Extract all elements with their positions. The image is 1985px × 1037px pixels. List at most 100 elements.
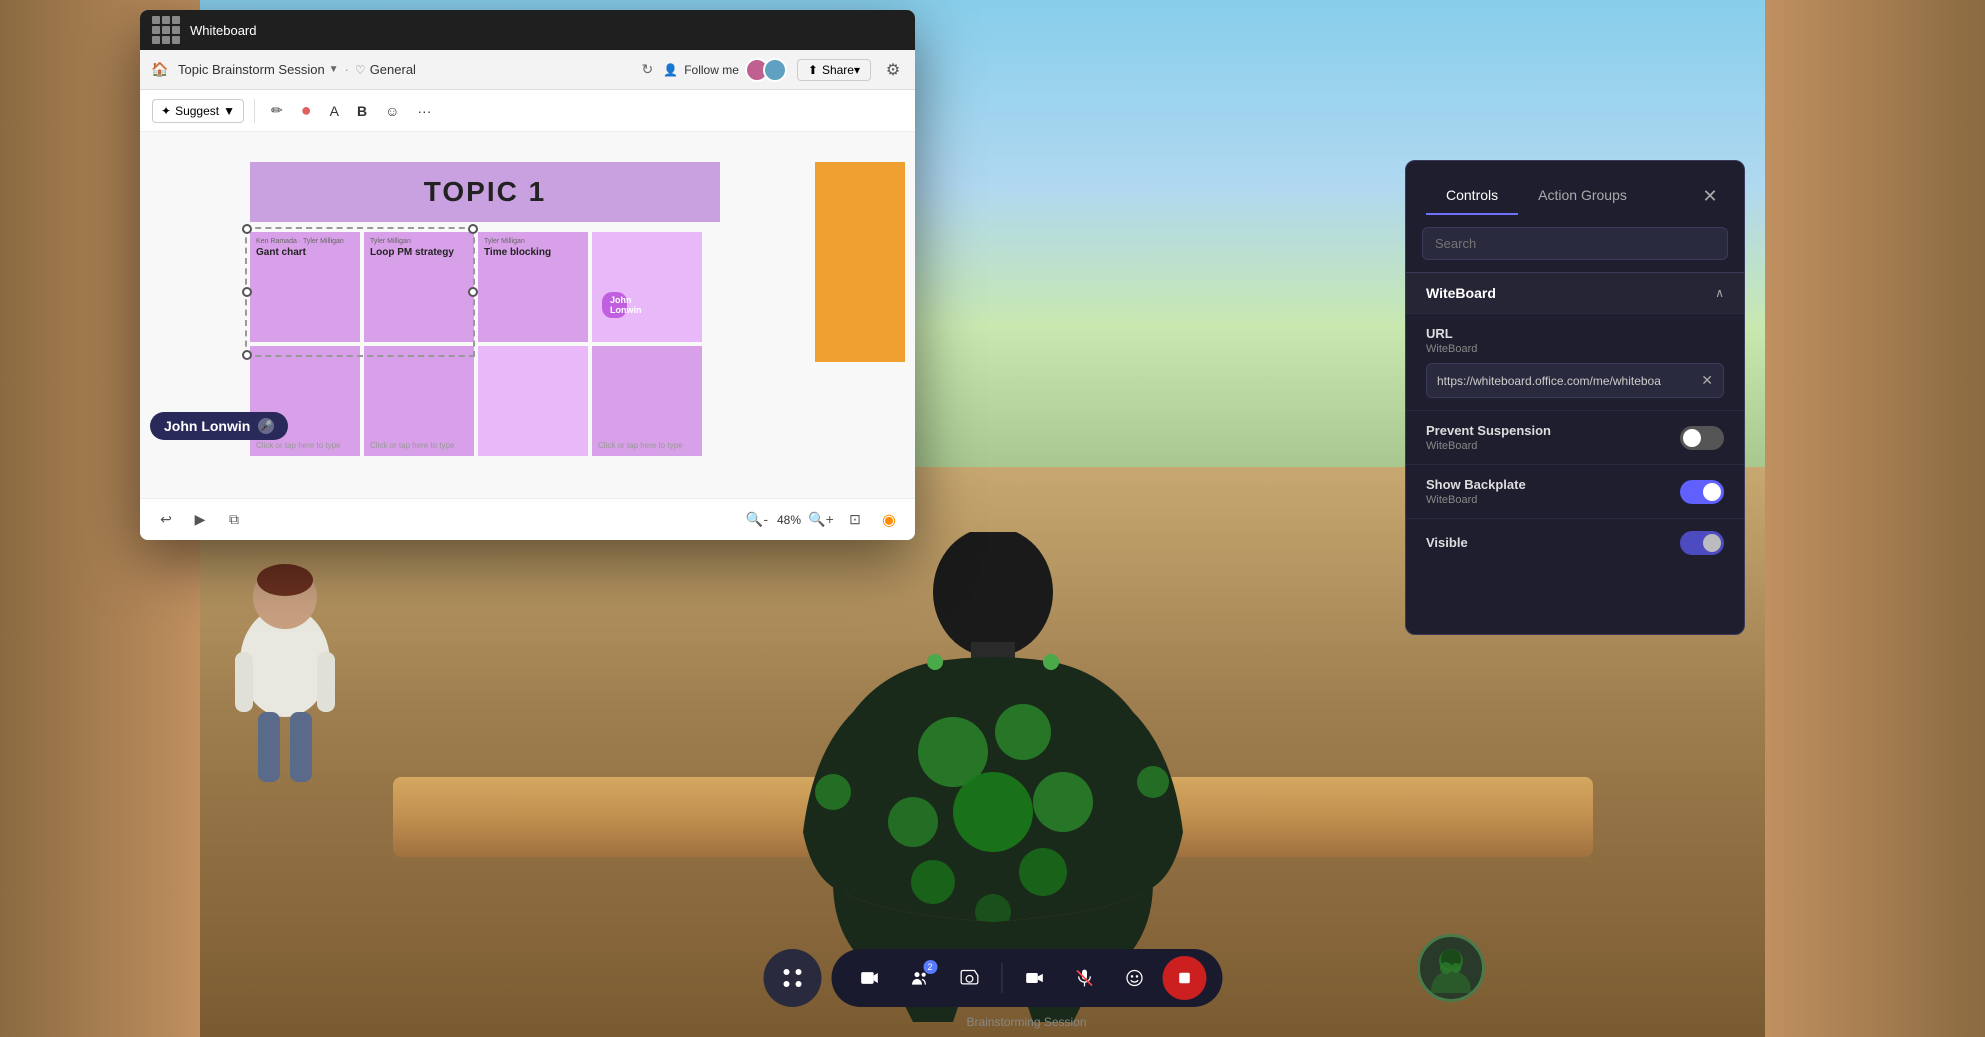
section-chevron-icon: ∧	[1715, 286, 1724, 300]
orange-panel	[815, 162, 905, 362]
more-button[interactable]: ···	[411, 96, 437, 126]
home-icon[interactable]: 🏠	[150, 60, 170, 80]
cursor-tag: John Lonwin	[602, 292, 627, 318]
url-input[interactable]: https://whiteboard.office.com/me/whitebo…	[1426, 363, 1724, 398]
suggest-button[interactable]: ✦ Suggest ▼	[152, 99, 244, 123]
suggest-dropdown-icon: ▼	[223, 104, 235, 118]
cp-header: Controls Action Groups ✕	[1406, 161, 1744, 215]
suggest-icon: ✦	[161, 104, 171, 118]
wb-canvas[interactable]: TOPIC 1 Ken Ramada · Tyler Milligan Gant…	[140, 132, 915, 498]
breadcrumb: Topic Brainstorm Session ▼ · ♡ General	[178, 62, 416, 77]
wb-bottom-right: 🔍- 48% 🔍+ ⊡ ◉	[743, 506, 903, 534]
whiteboard-window: Whiteboard 🏠 Topic Brainstorm Session ▼ …	[140, 10, 915, 540]
toolbar-divider-1	[254, 99, 255, 123]
settings-button[interactable]: ⚙	[881, 58, 905, 82]
color-wheel-button[interactable]: ◉	[875, 506, 903, 534]
tab-action-groups[interactable]: Action Groups	[1518, 177, 1647, 215]
zoom-out-button[interactable]: 🔍-	[743, 506, 771, 534]
menu-button[interactable]	[763, 949, 821, 1007]
whiteboard-section: WiteBoard ∧ URL WiteBoard https://whiteb…	[1406, 272, 1744, 567]
url-clear-icon[interactable]: ✕	[1701, 372, 1713, 389]
emoji-reaction-button[interactable]	[1112, 956, 1156, 1000]
visible-row: Visible	[1426, 531, 1724, 555]
vr-taskbar: 2	[763, 949, 1222, 1007]
search-input[interactable]	[1435, 236, 1715, 251]
app-grid-icon[interactable]	[152, 16, 180, 44]
url-sublabel: WiteBoard	[1426, 343, 1477, 355]
undo-button[interactable]: ↩	[152, 506, 180, 534]
note-3[interactable]: Tyler Milligan Time blocking	[478, 232, 588, 342]
pencil-button[interactable]: ✏	[265, 96, 289, 126]
circle-button[interactable]: ●	[295, 96, 318, 126]
show-backplate-sublabel: WiteBoard	[1426, 494, 1526, 506]
note-7[interactable]	[478, 346, 588, 456]
participants-button[interactable]: 2	[897, 956, 941, 1000]
note-6[interactable]: Click or tap here to type	[364, 346, 474, 456]
note-4[interactable]: John Lonwin	[592, 232, 702, 342]
url-row: URL WiteBoard	[1426, 326, 1724, 355]
participants-count: 2	[923, 960, 937, 974]
zoom-level: 48%	[777, 513, 801, 527]
note-5-placeholder: Click or tap here to type	[256, 441, 354, 450]
wb-topbar-right: ↻ 👤 Follow me ⬆ Share▾ ⚙	[642, 58, 905, 82]
vr-wall-right	[1765, 0, 1985, 1037]
url-input-row: https://whiteboard.office.com/me/whitebo…	[1426, 363, 1724, 398]
session-label: Brainstorming Session	[966, 1015, 1086, 1029]
nametag: John Lonwin 🎤	[150, 412, 288, 440]
mic-button[interactable]	[1062, 956, 1106, 1000]
topic-title: TOPIC 1	[424, 176, 546, 208]
tab-controls[interactable]: Controls	[1426, 177, 1518, 215]
wb-title: Whiteboard	[190, 23, 256, 38]
text-button[interactable]: A	[324, 96, 345, 126]
note-8[interactable]: Click or tap here to type	[592, 346, 702, 456]
breadcrumb-section[interactable]: ♡ General	[355, 62, 416, 77]
note-2[interactable]: Tyler Milligan Loop PM strategy	[364, 232, 474, 342]
note-1-title: Gant chart	[256, 247, 354, 258]
record-stop-button[interactable]	[1162, 956, 1206, 1000]
avatar-group	[745, 58, 787, 82]
video-call-button[interactable]	[1012, 956, 1056, 1000]
note-8-placeholder: Click or tap here to type	[598, 441, 696, 450]
camera-button[interactable]	[947, 956, 991, 1000]
prevent-suspension-item: Prevent Suspension WiteBoard	[1406, 410, 1744, 464]
emoji-button[interactable]: ☺	[379, 96, 405, 126]
visible-toggle[interactable]	[1680, 531, 1724, 555]
film-button[interactable]	[847, 956, 891, 1000]
zoom-in-button[interactable]: 🔍+	[807, 506, 835, 534]
nametag-text: John Lonwin	[164, 418, 250, 434]
wb-titlebar: Whiteboard	[140, 10, 915, 50]
show-backplate-row: Show Backplate WiteBoard	[1426, 477, 1724, 506]
fit-button[interactable]: ⊡	[841, 506, 869, 534]
visible-knob	[1703, 534, 1721, 552]
topic-header: TOPIC 1	[250, 162, 720, 222]
prevent-suspension-toggle[interactable]	[1680, 426, 1724, 450]
breadcrumb-title[interactable]: Topic Brainstorm Session ▼	[178, 62, 339, 77]
copy-button[interactable]: ⧉	[220, 506, 248, 534]
note-1[interactable]: Ken Ramada · Tyler Milligan Gant chart	[250, 232, 360, 342]
user-avatar[interactable]	[1417, 934, 1485, 1002]
bold-button[interactable]: B	[351, 96, 373, 126]
close-button[interactable]: ✕	[1696, 182, 1724, 210]
play-button[interactable]: ▶	[186, 506, 214, 534]
show-backplate-toggle[interactable]	[1680, 480, 1724, 504]
prevent-suspension-knob	[1683, 429, 1701, 447]
wb-toolbar: ✦ Suggest ▼ ✏ ● A B ☺ ···	[140, 90, 915, 132]
nametag-mic-icon: 🎤	[258, 418, 274, 434]
note-3-title: Time blocking	[484, 247, 582, 258]
prevent-suspension-row: Prevent Suspension WiteBoard	[1426, 423, 1724, 452]
breadcrumb-separator: ·	[345, 62, 349, 77]
follow-icon: 👤	[663, 63, 678, 77]
section-header[interactable]: WiteBoard ∧	[1406, 272, 1744, 313]
follow-me-button[interactable]: 👤 Follow me	[663, 58, 787, 82]
taskbar-divider	[1001, 963, 1002, 993]
refresh-icon[interactable]: ↻	[642, 61, 654, 78]
share-button[interactable]: ⬆ Share▾	[797, 59, 871, 81]
vr-taskbar-main: 2	[831, 949, 1222, 1007]
prevent-suspension-label: Prevent Suspension	[1426, 423, 1551, 438]
breadcrumb-dropdown-icon: ▼	[329, 64, 339, 75]
avatar-small	[220, 542, 350, 807]
show-backplate-item: Show Backplate WiteBoard	[1406, 464, 1744, 518]
search-container[interactable]	[1422, 227, 1728, 260]
visible-item: Visible	[1406, 518, 1744, 567]
note-6-placeholder: Click or tap here to type	[370, 441, 468, 450]
